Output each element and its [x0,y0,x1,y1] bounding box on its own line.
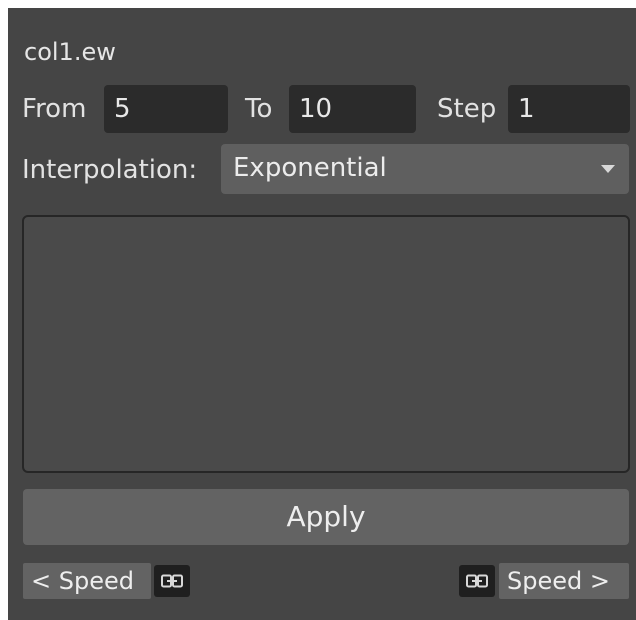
values-list[interactable] [22,215,630,473]
interpolation-label: Interpolation: [22,155,198,185]
link-icon[interactable] [154,565,190,597]
to-label: To [245,94,273,124]
speed-prev-button[interactable]: < Speed [23,563,151,599]
from-label: From [22,94,87,124]
interpolation-panel: col1.ew From 5 To 10 Step 1 Interpolatio… [8,8,636,620]
panel-title: col1.ew [24,38,116,66]
speed-next-button[interactable]: Speed > [499,563,629,599]
interpolation-select[interactable]: Exponential [221,144,629,194]
step-input[interactable]: 1 [508,85,630,133]
step-label: Step [437,94,497,124]
apply-button[interactable]: Apply [23,489,629,545]
interpolation-select-value: Exponential [233,153,387,183]
link-icon[interactable] [459,565,495,597]
chevron-down-icon [601,165,615,173]
to-input[interactable]: 10 [289,85,416,133]
from-input[interactable]: 5 [104,85,228,133]
